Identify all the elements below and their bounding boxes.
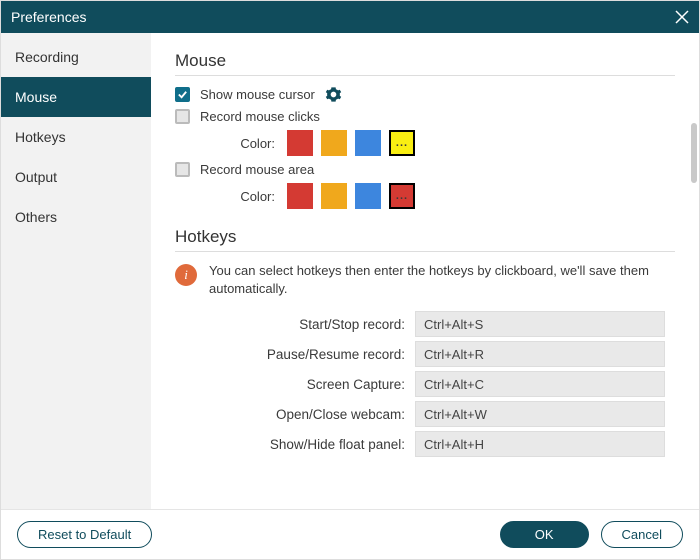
preferences-window: Preferences Recording Mouse Hotkeys Outp… (0, 0, 700, 560)
record-clicks-label: Record mouse clicks (200, 109, 320, 124)
hotkey-input-screen-capture[interactable] (415, 371, 665, 397)
sidebar-item-recording[interactable]: Recording (1, 37, 151, 77)
hotkey-label: Show/Hide float panel: (175, 437, 405, 452)
area-color-more[interactable]: ... (389, 183, 415, 209)
info-icon: i (175, 264, 197, 286)
clicks-color-blue[interactable] (355, 130, 381, 156)
sidebar: Recording Mouse Hotkeys Output Others (1, 33, 151, 509)
hotkeys-heading: Hotkeys (175, 227, 675, 247)
clicks-color-orange[interactable] (321, 130, 347, 156)
more-dots: ... (396, 137, 408, 149)
hotkey-row-start-stop: Start/Stop record: (175, 311, 675, 337)
clicks-color-row: Color: ... (175, 130, 675, 156)
record-area-row: Record mouse area (175, 162, 675, 177)
more-dots: ... (396, 190, 408, 202)
divider (175, 251, 675, 252)
reset-to-default-button[interactable]: Reset to Default (17, 521, 152, 548)
hotkey-row-webcam: Open/Close webcam: (175, 401, 675, 427)
sidebar-item-others[interactable]: Others (1, 197, 151, 237)
footer: Reset to Default OK Cancel (1, 509, 699, 559)
hotkey-label: Open/Close webcam: (175, 407, 405, 422)
titlebar: Preferences (1, 1, 699, 33)
area-color-orange[interactable] (321, 183, 347, 209)
clicks-color-red[interactable] (287, 130, 313, 156)
clicks-color-label: Color: (215, 136, 275, 151)
hotkeys-info-text: You can select hotkeys then enter the ho… (209, 262, 655, 297)
hotkey-label: Screen Capture: (175, 377, 405, 392)
area-color-blue[interactable] (355, 183, 381, 209)
record-area-label: Record mouse area (200, 162, 314, 177)
area-color-label: Color: (215, 189, 275, 204)
sidebar-item-hotkeys[interactable]: Hotkeys (1, 117, 151, 157)
hotkeys-info: i You can select hotkeys then enter the … (175, 262, 655, 297)
hotkey-input-webcam[interactable] (415, 401, 665, 427)
area-color-red[interactable] (287, 183, 313, 209)
divider (175, 75, 675, 76)
record-area-checkbox[interactable] (175, 162, 190, 177)
scrollbar-thumb[interactable] (691, 123, 697, 183)
area-color-row: Color: ... (175, 183, 675, 209)
hotkey-input-pause-resume[interactable] (415, 341, 665, 367)
hotkey-input-float-panel[interactable] (415, 431, 665, 457)
window-title: Preferences (11, 9, 86, 25)
record-clicks-checkbox[interactable] (175, 109, 190, 124)
show-cursor-checkbox[interactable] (175, 87, 190, 102)
show-cursor-label: Show mouse cursor (200, 87, 315, 102)
content-pane: Mouse Show mouse cursor Record mouse cli… (151, 33, 699, 509)
cancel-button[interactable]: Cancel (601, 521, 683, 548)
show-cursor-row: Show mouse cursor (175, 86, 675, 103)
sidebar-item-mouse[interactable]: Mouse (1, 77, 151, 117)
hotkey-row-pause-resume: Pause/Resume record: (175, 341, 675, 367)
footer-right: OK Cancel (500, 521, 683, 548)
gear-icon[interactable] (325, 86, 342, 103)
hotkey-input-start-stop[interactable] (415, 311, 665, 337)
hotkey-label: Start/Stop record: (175, 317, 405, 332)
sidebar-item-output[interactable]: Output (1, 157, 151, 197)
hotkey-row-float-panel: Show/Hide float panel: (175, 431, 675, 457)
close-icon[interactable] (675, 10, 689, 24)
hotkey-label: Pause/Resume record: (175, 347, 405, 362)
clicks-color-more[interactable]: ... (389, 130, 415, 156)
record-clicks-row: Record mouse clicks (175, 109, 675, 124)
dialog-body: Recording Mouse Hotkeys Output Others Mo… (1, 33, 699, 509)
hotkey-row-screen-capture: Screen Capture: (175, 371, 675, 397)
mouse-heading: Mouse (175, 51, 675, 71)
ok-button[interactable]: OK (500, 521, 589, 548)
